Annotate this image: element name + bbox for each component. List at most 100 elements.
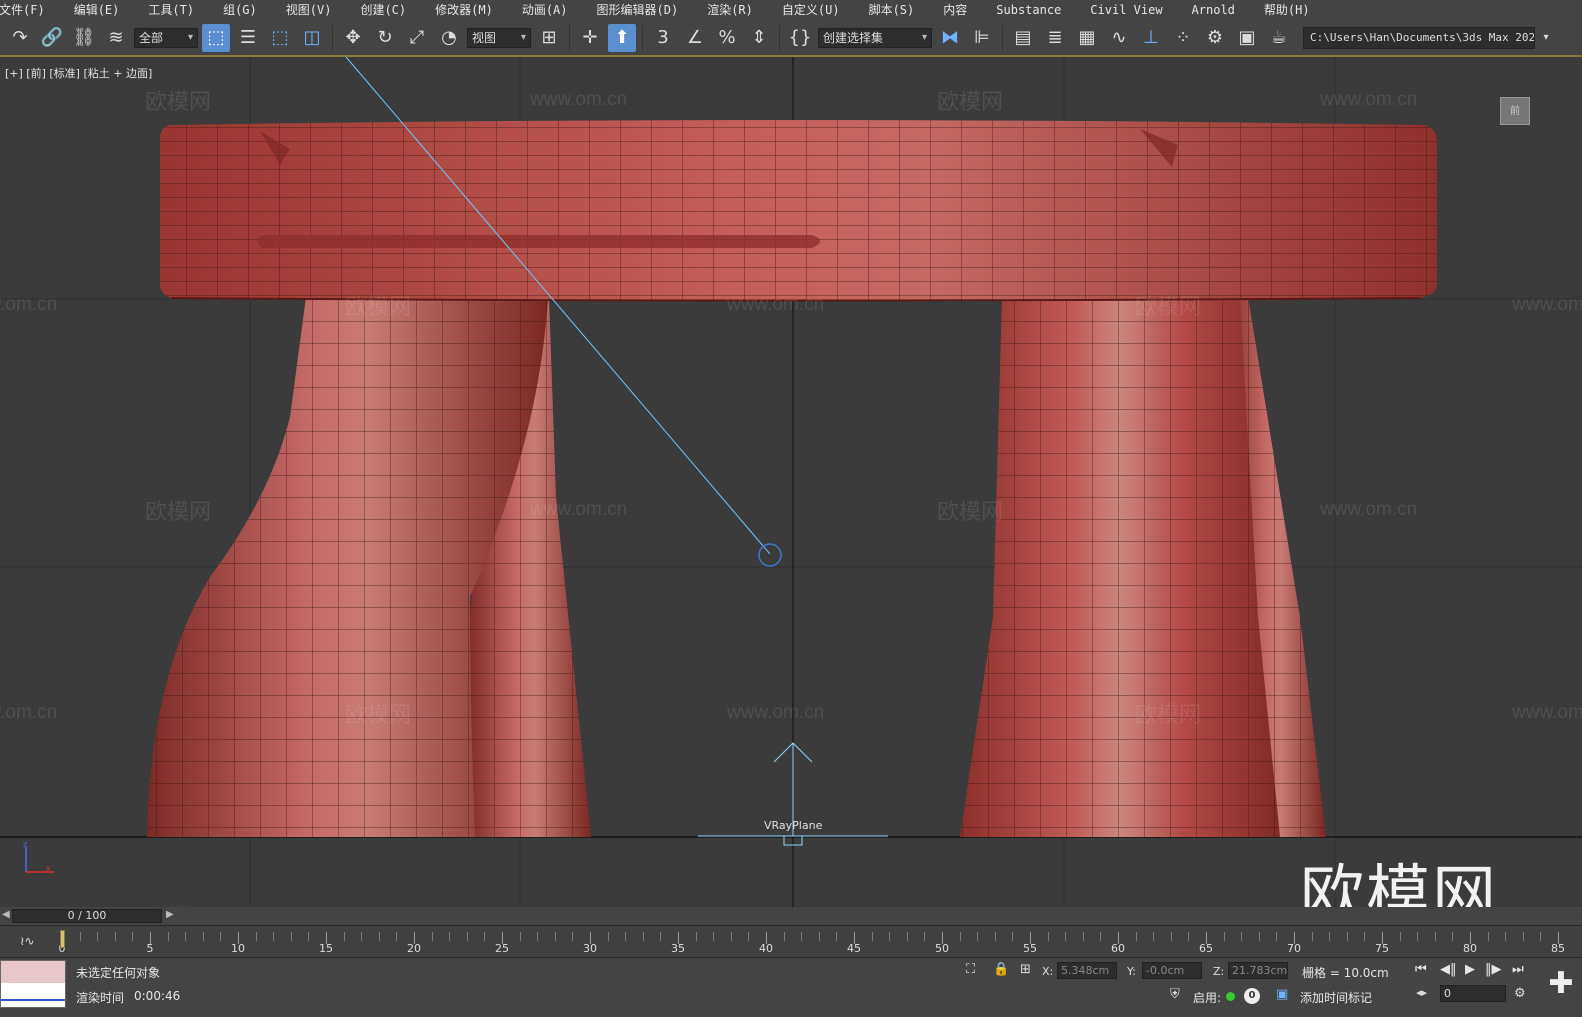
mirror-icon[interactable]: ⧓ <box>936 24 964 52</box>
move-icon[interactable]: ✥ <box>339 24 367 52</box>
unlink-icon[interactable]: ⛓ <box>70 24 98 52</box>
bind-space-warp-icon[interactable]: ≋ <box>102 24 130 52</box>
z-coord-field[interactable]: 21.783cm <box>1228 962 1288 979</box>
rendered-frame-window-icon[interactable]: ▣ <box>1233 24 1261 52</box>
curve-editor-icon[interactable]: ∿ <box>1105 24 1133 52</box>
menu-create[interactable]: 创建(C) <box>353 0 413 20</box>
frame-ruler[interactable]: 0 5 10 15 20 25 30 35 40 45 50 55 60 65 70 75 80 85 <box>59 926 1572 958</box>
light-target-gizmo[interactable] <box>758 543 782 567</box>
go-to-start-icon[interactable]: ⏮ <box>1415 962 1427 977</box>
y-coord-field[interactable]: -0.0cm <box>1142 962 1202 979</box>
play-icon[interactable]: ▶ <box>1465 962 1475 977</box>
scene-explorer-icon[interactable]: ▤ <box>1009 24 1037 52</box>
angle-snap-icon[interactable]: ∠ <box>681 24 709 52</box>
go-to-end-icon[interactable]: ⏭ <box>1512 962 1524 977</box>
prev-frame-arrow-icon[interactable]: ◀ <box>2 909 10 920</box>
adaptive-degradation-icon[interactable]: ⛨ <box>1170 987 1180 1002</box>
menu-graph-editors[interactable]: 图形编辑器(D) <box>590 0 686 20</box>
ruler-tick <box>255 932 257 941</box>
previous-frame-icon[interactable]: ◀‖ <box>1440 962 1457 977</box>
ruler-tick <box>132 932 134 941</box>
menu-rendering[interactable]: 渲染(R) <box>700 0 760 20</box>
ruler-tick-label: 50 <box>935 942 949 955</box>
toggle-ribbon-icon[interactable]: ▦ <box>1073 24 1101 52</box>
curve-editor-mini-icon[interactable]: ≀∿ <box>20 934 35 948</box>
time-slider-thumb[interactable]: 0 / 100 <box>12 909 162 923</box>
reference-coord-select[interactable]: 视图 <box>467 27 531 48</box>
stool-seat[interactable] <box>160 120 1437 302</box>
rect-selection-region-icon[interactable]: ⬚ <box>266 24 294 52</box>
render-setup-icon[interactable]: ⚙ <box>1201 24 1229 52</box>
time-slider[interactable]: ◀ 0 / 100 ▶ <box>0 907 1582 925</box>
menu-content[interactable]: 内容 <box>936 0 974 20</box>
watermark-url: www.om.cn <box>1320 499 1418 520</box>
redo-icon[interactable]: ↷ <box>6 24 34 52</box>
edit-named-selection-icon[interactable]: {} <box>786 24 814 52</box>
menu-help[interactable]: 帮助(H) <box>1257 0 1317 20</box>
menu-arnold[interactable]: Arnold <box>1185 0 1242 20</box>
stool-front-leg-right[interactable] <box>960 297 1280 837</box>
ruler-tick <box>1223 932 1225 941</box>
keyboard-shortcut-override-icon[interactable]: ⬆ <box>608 23 636 52</box>
pivot-center-icon[interactable]: ⊞ <box>535 24 563 52</box>
next-frame-arrow-icon[interactable]: ▶ <box>166 909 174 920</box>
layer-explorer-icon[interactable]: ≣ <box>1041 24 1069 52</box>
viewport-canvas: z x <box>0 57 1582 907</box>
add-viewport-icon[interactable]: ✚ <box>1546 964 1576 1004</box>
front-viewport[interactable]: z x [+] [前] [标准] [粘土 + 边面] 欧模网 www.om.cn… <box>0 57 1582 907</box>
isolate-selection-icon[interactable]: ⛶ <box>966 962 975 977</box>
menu-customize[interactable]: 自定义(U) <box>775 0 847 20</box>
absolute-mode-icon[interactable]: ⊞ <box>1020 962 1031 977</box>
menu-group[interactable]: 组(G) <box>216 0 264 20</box>
named-selection-select[interactable]: 创建选择集 <box>818 27 932 48</box>
menu-substance[interactable]: Substance <box>989 0 1068 20</box>
track-bar[interactable]: ≀∿ 0 5 10 15 20 25 30 35 40 45 50 55 60 65 70 75 80 85 <box>0 925 1582 957</box>
ruler-tick <box>202 932 204 941</box>
selection-filter-select[interactable]: 全部 <box>134 27 198 48</box>
toolbar-separator <box>779 24 780 51</box>
menu-tools[interactable]: 工具(T) <box>141 0 201 20</box>
window-crossing-icon[interactable]: ◫ <box>298 24 326 52</box>
maxscript-mini-listener[interactable] <box>0 960 66 1008</box>
x-coord-field[interactable]: 5.348cm <box>1057 962 1117 979</box>
link-icon[interactable]: 🔗 <box>38 24 66 52</box>
select-object-icon[interactable]: ⬚ <box>202 23 230 52</box>
add-time-tag-button[interactable]: 添加时间标记 <box>1300 989 1372 1006</box>
align-icon[interactable]: ⊫ <box>968 24 996 52</box>
time-configuration-icon[interactable]: ⚙ <box>1514 986 1526 1001</box>
place-icon[interactable]: ◔ <box>435 24 463 52</box>
time-tag-icon[interactable]: ▣ <box>1276 987 1288 1002</box>
key-mode-icon[interactable]: ◂▸ <box>1416 986 1427 999</box>
snaps-toggle-icon[interactable]: 3 <box>649 24 677 52</box>
time-cursor[interactable] <box>60 930 65 948</box>
material-editor-icon[interactable]: ⁘ <box>1169 24 1197 52</box>
viewport-label[interactable]: [+] [前] [标准] [粘土 + 边面] <box>5 65 152 81</box>
watermark-text: 欧模网 <box>145 499 212 524</box>
select-by-name-icon[interactable]: ☰ <box>234 24 262 52</box>
menu-modifiers[interactable]: 修改器(M) <box>428 0 500 20</box>
next-frame-icon[interactable]: ‖▶ <box>1485 962 1502 977</box>
menu-scripting[interactable]: 脚本(S) <box>862 0 922 20</box>
watermark-text: 欧模网 <box>937 499 1004 524</box>
menu-edit[interactable]: 编辑(E) <box>67 0 127 20</box>
rotate-icon[interactable]: ↻ <box>371 24 399 52</box>
selection-lock-icon[interactable]: 🔒 <box>993 962 1009 977</box>
ruler-tick <box>713 932 715 941</box>
project-path-field[interactable]: C:\Users\Han\Documents\3ds Max 2022 <box>1303 26 1535 49</box>
menu-civil-view[interactable]: Civil View <box>1083 0 1169 20</box>
spinner-snap-icon[interactable]: ⇕ <box>745 24 773 52</box>
current-frame-field[interactable]: 0 <box>1440 985 1506 1002</box>
menu-file[interactable]: 文件(F) <box>0 0 52 20</box>
scale-icon[interactable]: ⤢ <box>403 24 431 52</box>
ruler-tick <box>1065 932 1067 941</box>
percent-snap-icon[interactable]: % <box>713 24 741 52</box>
toolbar-separator <box>569 24 570 51</box>
menu-animation[interactable]: 动画(A) <box>515 0 575 20</box>
ruler-tick <box>994 932 996 941</box>
menu-views[interactable]: 视图(V) <box>279 0 339 20</box>
render-production-icon[interactable]: ☕ <box>1265 24 1293 52</box>
select-manipulate-icon[interactable]: ✛ <box>576 24 604 52</box>
viewcube[interactable]: 前 <box>1500 97 1530 125</box>
project-path-dropdown-icon[interactable]: ▾ <box>1539 24 1553 52</box>
schematic-view-icon[interactable]: ⊥ <box>1137 24 1165 52</box>
